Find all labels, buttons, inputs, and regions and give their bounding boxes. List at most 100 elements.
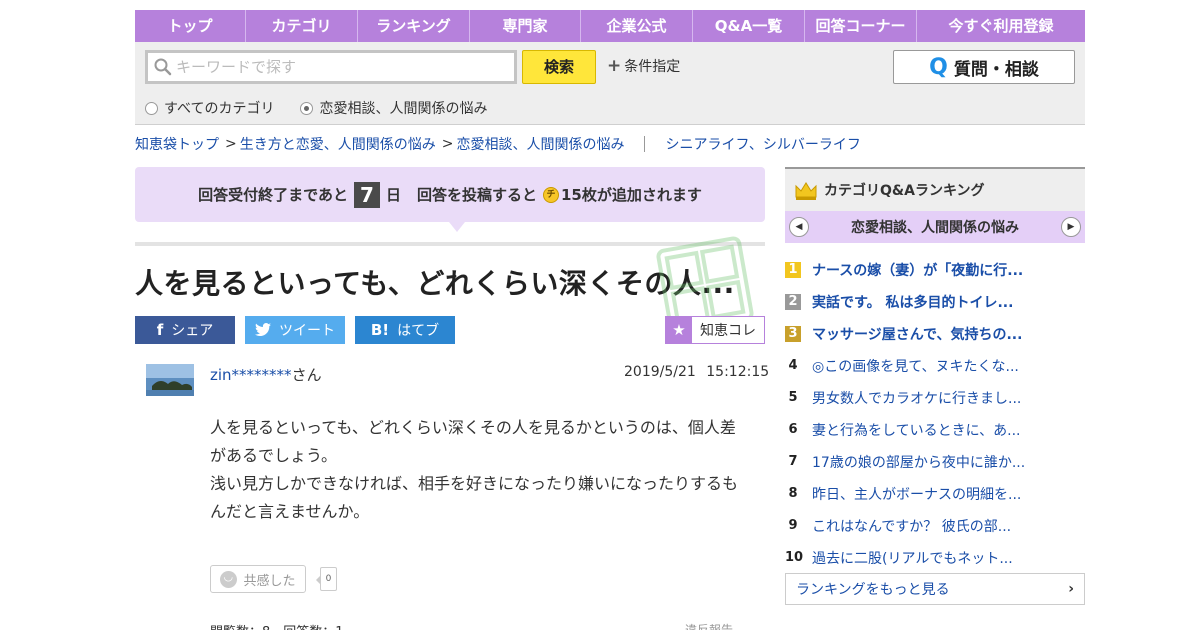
body-line: んだと言えませんか。 bbox=[210, 502, 370, 521]
nav-item-qa-list[interactable]: Q&A一覧 bbox=[693, 10, 805, 42]
hatena-bookmark-button[interactable]: B! はてブ bbox=[355, 316, 455, 344]
coin-icon: チ bbox=[543, 186, 559, 203]
empathy-button[interactable]: 共感した bbox=[210, 565, 306, 593]
scope-option-label: すべてのカテゴリ bbox=[164, 101, 275, 117]
rank-number: 4 bbox=[788, 358, 798, 373]
twitter-share-button[interactable]: ツイート bbox=[245, 316, 345, 344]
ranking-link[interactable]: 過去に二股(リアルでもネット... bbox=[812, 548, 1013, 568]
breadcrumb-item-love[interactable]: 恋愛相談、人間関係の悩み bbox=[456, 134, 624, 154]
ranking-link[interactable]: マッサージ屋さんで、気持ちの... bbox=[812, 324, 1022, 344]
rank-number: 10 bbox=[785, 550, 804, 565]
banner-suffix: 15枚が追加されます bbox=[561, 186, 702, 204]
ranking-item[interactable]: 4 ◎この画像を見て、ヌキたくな... bbox=[785, 350, 1085, 382]
twitter-share-label: ツイート bbox=[279, 323, 335, 339]
ask-question-button[interactable]: Q 質問・相談 bbox=[893, 50, 1075, 84]
rank-number: 3 bbox=[785, 326, 801, 342]
breadcrumb-item-life[interactable]: 生き方と恋愛、人間関係の悩み bbox=[240, 134, 436, 154]
prev-category-icon[interactable]: ◀ bbox=[789, 217, 809, 237]
ranking-category: 恋愛相談、人間関係の悩み bbox=[851, 220, 1019, 236]
hatena-share-label: はてブ bbox=[397, 323, 440, 339]
condition-toggle[interactable]: + 条件指定 bbox=[607, 56, 680, 76]
facebook-share-label: シェア bbox=[171, 323, 214, 339]
breadcrumb: 知恵袋トップ > 生き方と恋愛、人間関係の悩み > 恋愛相談、人間関係の悩み シ… bbox=[135, 134, 861, 154]
search-input[interactable] bbox=[176, 58, 506, 76]
ask-question-label: 質問・相談 bbox=[953, 59, 1039, 80]
search-field[interactable] bbox=[145, 50, 517, 84]
ranking-header: カテゴリQ&Aランキング bbox=[785, 167, 1085, 211]
ranking-item[interactable]: 6 妻と行為をしているときに、あ... bbox=[785, 414, 1085, 446]
ranking-link[interactable]: 昨日、主人がボーナスの明細を... bbox=[812, 484, 1021, 504]
ranking-item[interactable]: 8 昨日、主人がボーナスの明細を... bbox=[785, 478, 1085, 510]
related-category-link[interactable]: シニアライフ、シルバーライフ bbox=[665, 134, 860, 154]
ranking-item[interactable]: 1 ナースの嫁（妻）が「夜勤に行... bbox=[785, 254, 1085, 286]
hatena-icon: B! bbox=[370, 321, 390, 339]
nav-item-top[interactable]: トップ bbox=[135, 10, 246, 42]
ranking-link[interactable]: ナースの嫁（妻）が「夜勤に行... bbox=[812, 260, 1023, 280]
ranking-link[interactable]: 実話です。 私は多目的トイレ... bbox=[812, 292, 1013, 312]
nav-item-experts[interactable]: 専門家 bbox=[470, 10, 581, 42]
more-ranking-link[interactable]: ランキングをもっと見る › bbox=[785, 573, 1085, 605]
banner-middle: 回答を投稿すると bbox=[416, 186, 537, 204]
ranking-item[interactable]: 5 男女数人でカラオケに行きまし... bbox=[785, 382, 1085, 414]
search-icon bbox=[154, 58, 172, 76]
chevron-right-icon: › bbox=[1068, 581, 1074, 597]
ranking-category-switcher: ◀ 恋愛相談、人間関係の悩み ▶ bbox=[785, 211, 1085, 243]
next-category-icon[interactable]: ▶ bbox=[1061, 217, 1081, 237]
view-answer-counts: 閲覧数：8 回答数：1 bbox=[210, 621, 344, 630]
nav-item-answer-corner[interactable]: 回答コーナー bbox=[805, 10, 917, 42]
days-unit: 日 bbox=[385, 186, 401, 204]
ranking-title: カテゴリQ&Aランキング bbox=[824, 183, 985, 199]
rank-number: 9 bbox=[788, 518, 798, 533]
twitter-icon bbox=[255, 323, 271, 336]
body-line: 人を見るといっても、どれくらい深くその人を見るかというのは、個人差 bbox=[210, 418, 736, 437]
breadcrumb-separator: > bbox=[225, 136, 237, 152]
rank-number: 6 bbox=[788, 422, 798, 437]
chie-collection-label: 知恵コレ bbox=[700, 323, 756, 339]
ranking-item[interactable]: 9 これはなんですか？ 彼氏の部... bbox=[785, 510, 1085, 542]
q-logo-icon: Q bbox=[929, 54, 948, 80]
crown-icon bbox=[795, 182, 817, 200]
scope-option-current[interactable]: 恋愛相談、人間関係の悩み bbox=[300, 98, 487, 118]
nav-item-official[interactable]: 企業公式 bbox=[581, 10, 693, 42]
nav-item-ranking[interactable]: ランキング bbox=[358, 10, 470, 42]
more-ranking-label: ランキングをもっと見る bbox=[796, 582, 950, 598]
scope-option-label: 恋愛相談、人間関係の悩み bbox=[319, 101, 488, 117]
days-remaining: 7 bbox=[353, 181, 380, 208]
answer-deadline-banner: 回答受付終了まであと 7 日 回答を投稿すると チ 15枚が追加されます bbox=[135, 167, 765, 232]
breadcrumb-item-home[interactable]: 知恵袋トップ bbox=[135, 134, 219, 154]
ranking-item[interactable]: 10 過去に二股(リアルでもネット... bbox=[785, 542, 1085, 574]
author-link[interactable]: zin******** bbox=[210, 366, 292, 384]
report-link[interactable]: 違反報告 bbox=[685, 621, 733, 630]
breadcrumb-divider bbox=[644, 136, 646, 152]
ranking-item[interactable]: 7 17歳の娘の部屋から夜中に誰か... bbox=[785, 446, 1085, 478]
ranking-link[interactable]: 17歳の娘の部屋から夜中に誰か... bbox=[812, 452, 1025, 472]
scope-option-all[interactable]: すべてのカテゴリ bbox=[145, 98, 274, 118]
radio-button-selected[interactable] bbox=[300, 101, 314, 115]
author-suffix: さん bbox=[291, 366, 322, 384]
rank-number: 1 bbox=[785, 262, 801, 278]
search-button[interactable]: 検索 bbox=[522, 50, 596, 84]
condition-label: 条件指定 bbox=[624, 59, 681, 75]
question-body: 人を見るといっても、どれくらい深くその人を見るかというのは、個人差 があるでしょ… bbox=[210, 414, 750, 526]
empathy-count: 0 bbox=[316, 567, 337, 591]
nav-item-category[interactable]: カテゴリ bbox=[246, 10, 358, 42]
radio-button[interactable] bbox=[145, 101, 158, 115]
ranking-item[interactable]: 2 実話です。 私は多目的トイレ... bbox=[785, 286, 1085, 318]
plus-icon: + bbox=[607, 56, 622, 76]
body-line: があるでしょう。 bbox=[210, 446, 338, 465]
avatar[interactable] bbox=[146, 364, 194, 396]
facebook-icon: f bbox=[156, 321, 164, 339]
empathy-label: 共感した bbox=[243, 573, 296, 589]
search-bar: 検索 + 条件指定 Q 質問・相談 すべてのカテゴリ 恋愛相談、人間関係の悩み bbox=[135, 42, 1085, 125]
star-icon: ★ bbox=[666, 317, 692, 343]
ranking-link[interactable]: ◎この画像を見て、ヌキたくな... bbox=[812, 356, 1019, 376]
ranking-link[interactable]: 男女数人でカラオケに行きまし... bbox=[812, 388, 1021, 408]
nav-item-register[interactable]: 今すぐ利用登録 bbox=[917, 10, 1085, 42]
ranking-link[interactable]: 妻と行為をしているときに、あ... bbox=[812, 420, 1021, 440]
question-author: zin********さん bbox=[210, 364, 322, 385]
chie-collection-button[interactable]: ★ 知恵コレ bbox=[665, 316, 765, 344]
search-scope: すべてのカテゴリ 恋愛相談、人間関係の悩み bbox=[145, 98, 513, 118]
ranking-item[interactable]: 3 マッサージ屋さんで、気持ちの... bbox=[785, 318, 1085, 350]
facebook-share-button[interactable]: f シェア bbox=[135, 316, 235, 344]
ranking-link[interactable]: これはなんですか？ 彼氏の部... bbox=[812, 516, 1011, 536]
